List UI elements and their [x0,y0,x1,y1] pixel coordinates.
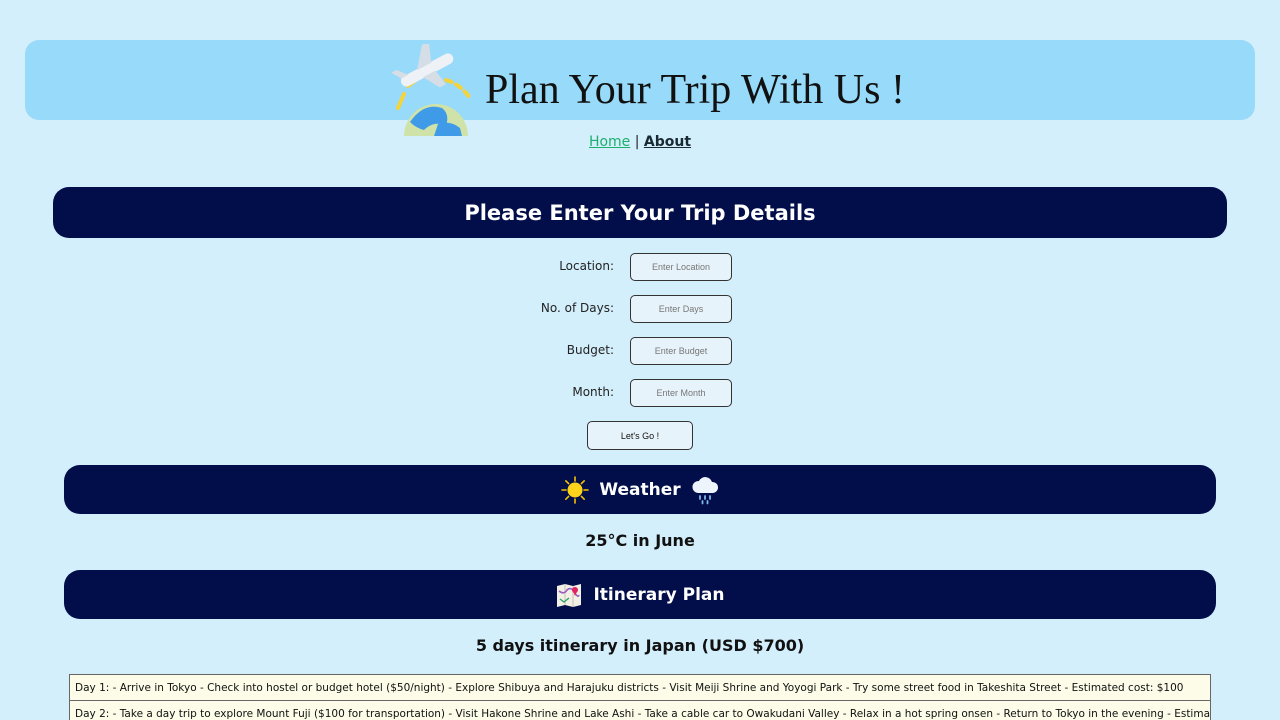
itinerary-title: 5 days itinerary in Japan (USD $700) [475,636,805,655]
location-row: Location: [0,253,1280,281]
lets-go-button[interactable]: Let's Go ! [587,421,693,450]
map-icon [555,581,583,609]
month-input[interactable] [630,379,732,407]
days-row: No. of Days: [0,295,1280,323]
itinerary-list: Day 1: - Arrive in Tokyo - Check into ho… [69,674,1211,720]
airplane-globe-logo [391,44,472,136]
month-label: Month: [572,385,614,399]
nav-separator: | [634,134,640,150]
main-nav: Home | About [0,134,1280,150]
itinerary-day-1: Day 1: - Arrive in Tokyo - Check into ho… [69,674,1211,701]
rain-cloud-icon [691,475,719,505]
weather-heading: Weather [599,479,681,500]
budget-label: Budget: [566,343,614,357]
month-row: Month: [0,379,1280,407]
itinerary-day-2: Day 2: - Take a day trip to explore Moun… [69,701,1211,720]
weather-summary: 25°C in June [585,531,695,550]
sun-icon [561,475,590,504]
budget-input[interactable] [630,337,732,365]
budget-row: Budget: [0,337,1280,365]
weather-banner: Weather [64,465,1216,514]
days-label: No. of Days: [540,301,614,315]
itinerary-banner: Itinerary Plan [64,570,1216,619]
trip-details-heading: Please Enter Your Trip Details [464,200,816,225]
itinerary-heading: Itinerary Plan [593,584,725,605]
days-input[interactable] [630,295,732,323]
trip-details-banner: Please Enter Your Trip Details [53,187,1227,238]
location-input[interactable] [630,253,732,281]
nav-home-link[interactable]: Home [589,134,630,150]
site-title: Plan Your Trip With Us ! [485,67,905,113]
location-label: Location: [559,259,614,273]
nav-about-link[interactable]: About [644,134,691,150]
